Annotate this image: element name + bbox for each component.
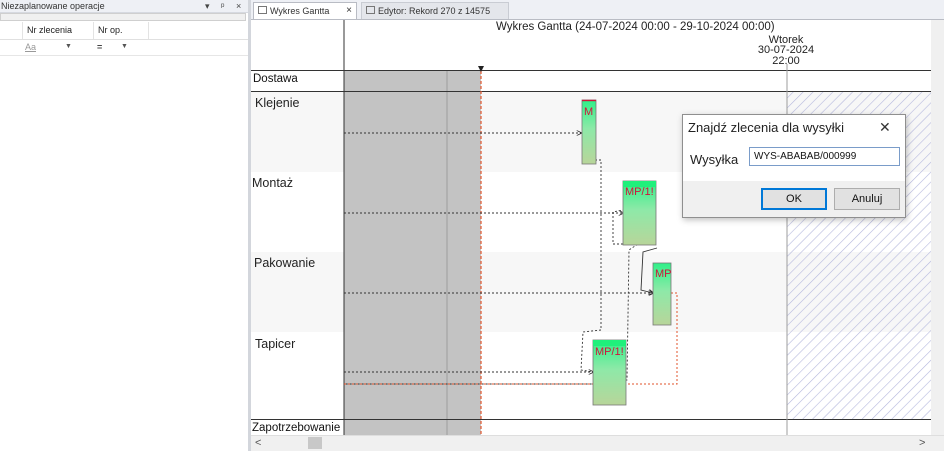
panel-titlebar: Niezaplanowane operacje ▾ ᵖ × bbox=[0, 0, 248, 13]
column-header-op-no[interactable]: Nr op. bbox=[93, 22, 148, 39]
row-label-dostawa: Dostawa bbox=[253, 73, 298, 85]
equals-filter-icon[interactable]: = bbox=[97, 39, 102, 55]
column-header-empty bbox=[148, 22, 248, 39]
vertical-scrollbar[interactable] bbox=[931, 20, 944, 435]
task-bar-montaz[interactable]: MP/1! bbox=[622, 180, 657, 246]
row-label-zapotrzebowanie: Zapotrzebowanie bbox=[252, 422, 340, 434]
task-label: MP/1! bbox=[625, 186, 654, 198]
panel-title: Niezaplanowane operacje bbox=[1, 1, 105, 11]
column-header-label: Nr zlecenia bbox=[27, 25, 73, 35]
find-orders-dialog: Znajdź zlecenia dla wysyłki ✕ Wysyłka OK… bbox=[682, 114, 906, 218]
task-bar-klejenie[interactable]: M bbox=[581, 99, 597, 165]
task-label: M bbox=[584, 106, 593, 118]
row-label-pakowanie: Pakowanie bbox=[254, 256, 315, 270]
nonworking-period bbox=[344, 71, 481, 435]
row-label-montaz: Montaż bbox=[252, 176, 293, 190]
ok-button[interactable]: OK bbox=[761, 188, 827, 210]
column-header-label: Nr op. bbox=[98, 25, 123, 35]
dialog-title: Znajdź zlecenia dla wysyłki bbox=[688, 120, 845, 135]
gantt-chart-area[interactable]: Wykres Gantta (24-07-2024 00:00 - 29-10-… bbox=[251, 20, 931, 435]
gantt-title: Wykres Gantta (24-07-2024 00:00 - 29-10-… bbox=[496, 21, 775, 33]
close-icon[interactable]: × bbox=[346, 3, 352, 19]
task-bar-pakowanie[interactable]: MP bbox=[652, 262, 672, 326]
row-label-klejenie: Klejenie bbox=[255, 96, 300, 110]
dropdown-arrow-icon[interactable]: ▾ bbox=[205, 0, 210, 12]
table-icon bbox=[366, 6, 375, 14]
task-label: MP/1! bbox=[595, 346, 624, 358]
gantt-canvas[interactable]: Wykres Gantta (24-07-2024 00:00 - 29-10-… bbox=[251, 20, 931, 435]
text-filter-icon[interactable]: Aa bbox=[25, 39, 36, 55]
tab-record-editor[interactable]: Edytor: Rekord 270 z 14575 bbox=[361, 2, 509, 19]
marker-time: 22:00 bbox=[772, 55, 800, 67]
close-icon[interactable]: × bbox=[236, 0, 241, 12]
dialog-body: Wysyłka bbox=[683, 141, 905, 181]
pin-icon[interactable]: ᵖ bbox=[221, 0, 224, 12]
unplanned-operations-panel: Niezaplanowane operacje ▾ ᵖ × Nr zleceni… bbox=[0, 0, 248, 451]
column-header-order-no[interactable]: Nr zlecenia bbox=[22, 22, 93, 39]
chevron-down-icon[interactable]: ▼ bbox=[121, 39, 128, 55]
row-label-tapicer: Tapicer bbox=[255, 337, 295, 351]
tab-label: Edytor: Rekord 270 z 14575 bbox=[378, 6, 491, 16]
dialog-titlebar: Znajdź zlecenia dla wysyłki ✕ bbox=[683, 115, 905, 141]
horizontal-scroll-thumb[interactable] bbox=[308, 437, 322, 449]
cancel-button[interactable]: Anuluj bbox=[834, 188, 900, 210]
scroll-right-icon[interactable]: > bbox=[919, 436, 925, 450]
chevron-down-icon[interactable]: ▼ bbox=[65, 39, 72, 55]
horizontal-scrollbar[interactable]: < > bbox=[251, 435, 944, 451]
task-bar-tapicer[interactable]: MP/1! bbox=[592, 339, 627, 406]
row-indicator-header bbox=[0, 22, 22, 39]
group-by-strip[interactable] bbox=[0, 13, 246, 21]
tab-gantt-chart[interactable]: Wykres Gantta × bbox=[253, 2, 357, 19]
scroll-left-icon[interactable]: < bbox=[255, 436, 261, 450]
filter-row: Aa ▼ = ▼ bbox=[0, 39, 248, 56]
close-icon[interactable]: ✕ bbox=[879, 119, 891, 136]
gantt-icon bbox=[258, 6, 267, 14]
shipment-label: Wysyłka bbox=[690, 152, 739, 167]
shipment-input[interactable] bbox=[749, 147, 900, 166]
tab-label: Wykres Gantta bbox=[270, 6, 330, 16]
task-label: MP bbox=[655, 268, 672, 280]
grid-header: Nr zlecenia Nr op. bbox=[0, 22, 248, 40]
